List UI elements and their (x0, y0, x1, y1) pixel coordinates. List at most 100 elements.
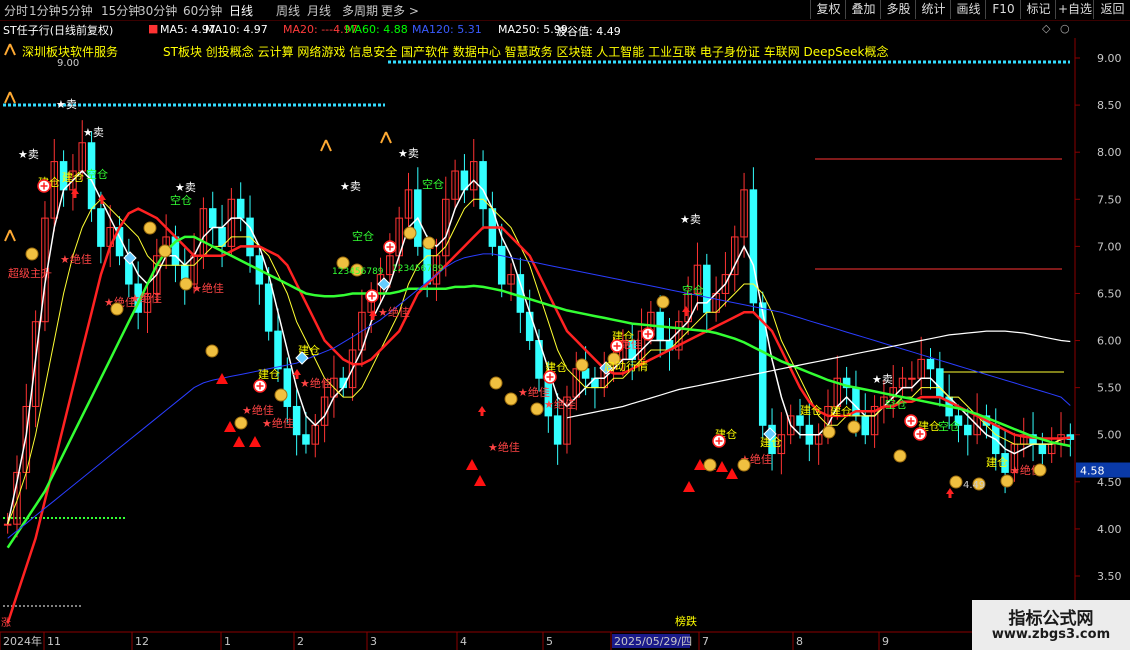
runner-icon (4, 229, 16, 242)
best-signal: ★绝佳 (60, 252, 92, 266)
date-tick-label: 7 (702, 635, 709, 648)
period-tab[interactable]: 更多 > (381, 2, 419, 19)
date-axis: 2024年 11 12 1 2 3 4 5 2025/05/29/四 7 8 9 (0, 632, 889, 650)
sell-signal: ★卖 (398, 147, 419, 160)
best-signal: ★绝佳 (488, 440, 520, 454)
money-bag-icon (893, 449, 907, 463)
best-signal: ★绝佳 (378, 305, 410, 319)
sell-signal: ★卖 (175, 181, 196, 194)
toolbar-button[interactable]: 多股 (880, 0, 916, 19)
period-tab[interactable]: 分时 (4, 2, 28, 19)
date-tick-label: 1 (224, 635, 231, 648)
sell-signal: ★卖 (680, 213, 701, 226)
money-bag-icon (143, 221, 157, 235)
date-tick-label: 2025/05/29/四 (614, 635, 692, 648)
money-bag-icon (847, 420, 861, 434)
money-bag-icon (504, 392, 518, 406)
runner-icon (380, 131, 392, 144)
candlesticks (3, 120, 1075, 538)
price-tick-label: 8.00 (1097, 146, 1122, 159)
candle-body (283, 368, 292, 407)
triangle-icon (233, 436, 245, 447)
period-tab[interactable]: 日线 (229, 2, 253, 19)
date-tick-label: 8 (796, 635, 803, 648)
money-bag-icon (274, 388, 288, 402)
bottom-value-label: 4.49 (963, 480, 985, 491)
toolbar-button[interactable]: F10 (985, 0, 1021, 19)
up-arrow-icon (478, 406, 486, 416)
date-tick-label: 12 (135, 635, 149, 648)
toolbar-button[interactable]: 统计 (915, 0, 951, 19)
candle-body (292, 405, 301, 436)
price-tick-label: 4.00 (1097, 523, 1122, 536)
candle-body (1038, 443, 1047, 455)
period-tab[interactable]: 60分钟 (183, 2, 222, 19)
money-bag-icon (703, 458, 717, 472)
concept-left: 深圳板块软件服务 (22, 44, 118, 59)
money-bag-icon (1033, 463, 1047, 477)
period-tab[interactable]: 5分钟 (61, 2, 93, 19)
toolbar-button[interactable]: 叠加 (845, 0, 881, 19)
candle-body (274, 330, 282, 370)
candle-body (97, 208, 105, 247)
price-axis: 9.00 8.50 8.00 7.50 7.00 6.50 6.00 5.50 5.00 4.50… (1075, 52, 1130, 583)
period-tab[interactable]: 15分钟 (101, 2, 140, 19)
money-bag-icon (489, 376, 503, 390)
sell-signal: ★卖 (872, 373, 893, 386)
signal-marks: ★卖★卖★卖★卖★卖★卖★卖★卖建仓建仓建仓建仓建仓建仓建仓建仓建仓建仓建仓建仓… (4, 43, 1047, 498)
toolbar-button[interactable]: 标记 (1020, 0, 1056, 19)
date-tick-label: 9 (882, 635, 889, 648)
period-tab[interactable]: 周线 (276, 2, 300, 19)
candle-body (302, 434, 310, 445)
date-tick-label: 4 (460, 635, 467, 648)
candle-body (908, 377, 916, 380)
date-tick-label: 2024年 (3, 634, 42, 648)
date-tick-label: 2 (297, 635, 304, 648)
price-tick-label: 3.50 (1097, 570, 1122, 583)
empty-signal: 空仓 (352, 229, 374, 243)
runner-icon (320, 139, 332, 152)
ma-legend-item: MA10: 4.97 (205, 23, 268, 36)
period-tab[interactable]: 30分钟 (138, 2, 177, 19)
money-bag-icon (403, 226, 417, 240)
money-bag-icon (234, 416, 248, 430)
best-signal: ★绝佳 (130, 291, 162, 305)
period-tab[interactable]: 1分钟 (29, 2, 61, 19)
sell-signal: ★卖 (56, 98, 77, 111)
triangle-icon (224, 421, 236, 432)
toolbar-button[interactable]: 画线 (950, 0, 986, 19)
triangle-icon (474, 475, 486, 486)
money-bag-icon (205, 344, 219, 358)
candle-body (3, 523, 12, 526)
money-bag-icon (737, 458, 751, 472)
close-icon[interactable]: ○ (1060, 22, 1070, 35)
best-signal: ★绝佳 (262, 416, 294, 430)
price-tick-label: 5.00 (1097, 429, 1122, 442)
money-bag-icon (179, 277, 193, 291)
toolbar-button[interactable]: +自选 (1055, 0, 1094, 19)
triangle-icon (466, 459, 478, 470)
empty-signal: 空仓 (938, 419, 960, 433)
toolbar-button[interactable]: 复权 (810, 0, 846, 19)
kline-chart[interactable]: ★卖★卖★卖★卖★卖★卖★卖★卖建仓建仓建仓建仓建仓建仓建仓建仓建仓建仓建仓建仓… (0, 38, 1130, 650)
stock-title: ST任子行(日线前复权) (3, 24, 114, 37)
money-bag-icon (530, 402, 544, 416)
price-tick-label: 5.50 (1097, 382, 1122, 395)
period-tab[interactable]: 多周期 (342, 2, 378, 19)
empty-signal: 空仓 (885, 397, 907, 411)
digits-label-2: 123456789 (392, 264, 444, 274)
period-tab[interactable]: 月线 (307, 2, 331, 19)
settings-icon[interactable]: ◇ (1042, 22, 1050, 35)
triangle-icon (216, 373, 228, 384)
money-bag-icon (575, 358, 589, 372)
build-signal: 建仓 (258, 367, 280, 381)
ma-legend-item: 波谷值: 4.49 (556, 25, 621, 38)
candle-body (964, 424, 972, 436)
toolbar-button[interactable]: 返回 (1093, 0, 1130, 19)
up-arrow-icon (946, 488, 954, 498)
money-bag-icon (422, 236, 436, 250)
candle-body (236, 198, 245, 219)
money-bag-icon (822, 425, 836, 439)
sell-signal: ★卖 (18, 148, 39, 161)
money-bag-icon (25, 247, 39, 261)
